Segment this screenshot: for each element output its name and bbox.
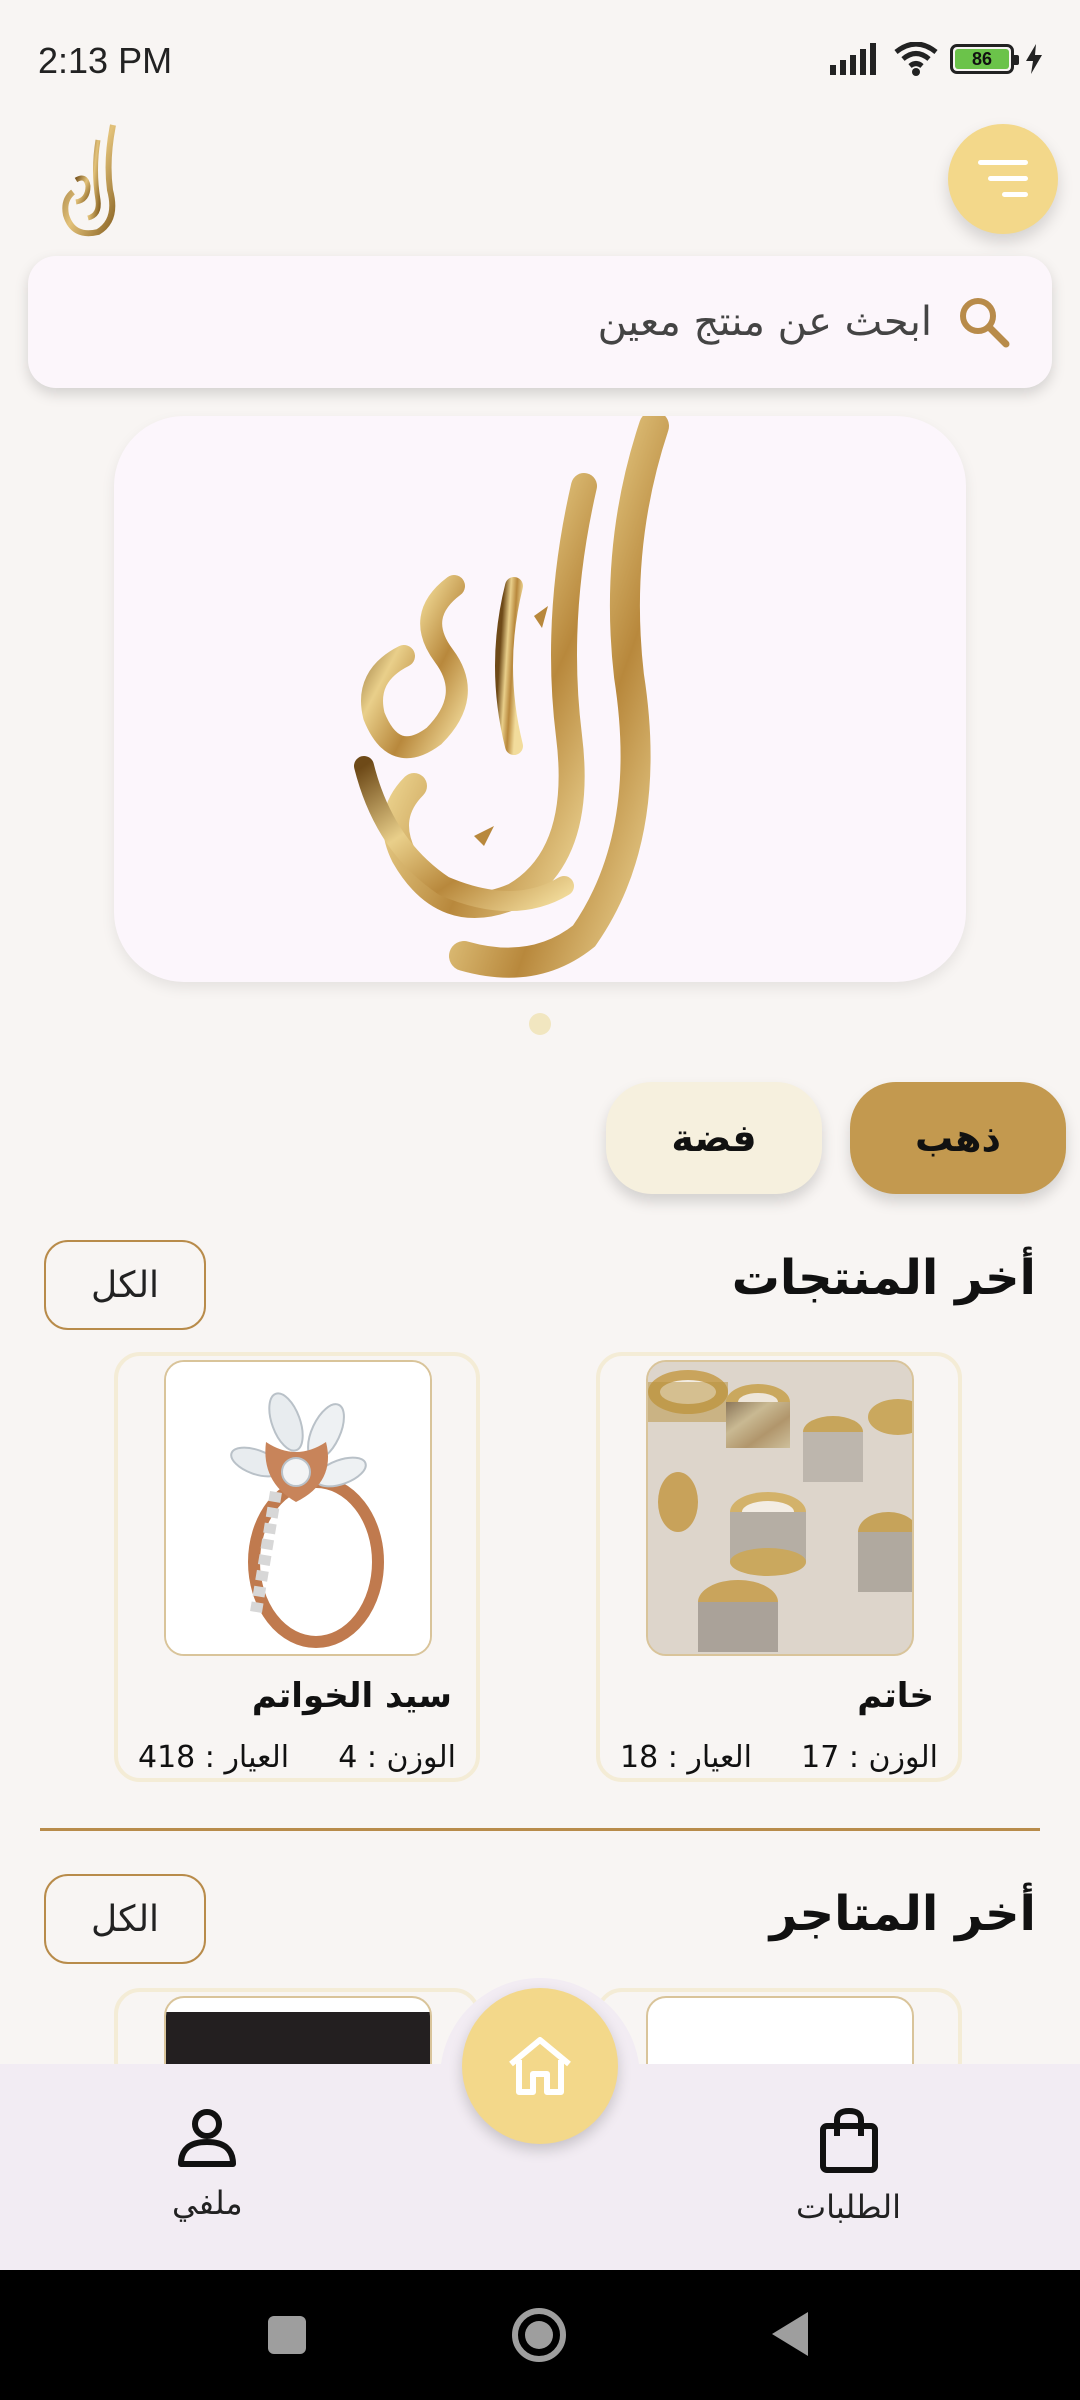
search-icon[interactable]	[956, 294, 1012, 350]
nav-orders[interactable]: الطلبات	[796, 2108, 901, 2226]
product-details: الوزن : 17 العيار : 18	[600, 1740, 958, 1775]
status-time: 2:13 PM	[38, 40, 173, 81]
signal-icon	[830, 43, 876, 75]
charging-icon	[1026, 44, 1042, 74]
banner-carousel[interactable]	[114, 411, 966, 982]
latest-products-title: أخر المنتجات	[731, 1250, 1036, 1306]
bag-icon	[819, 2108, 878, 2173]
recents-icon[interactable]	[268, 2316, 306, 2354]
category-gold-button[interactable]: ذهب	[850, 1082, 1066, 1194]
product-name: سيد الخواتم	[251, 1676, 452, 1716]
search-input[interactable]: ابحث عن منتج معين	[598, 299, 932, 345]
carousel-indicator	[529, 1013, 551, 1035]
search-bar[interactable]: ابحث عن منتج معين	[28, 256, 1052, 388]
section-divider	[40, 1828, 1040, 1831]
product-weight: الوزن : 4	[338, 1740, 456, 1775]
system-navigation-bar	[0, 2270, 1080, 2400]
battery-icon: 86	[950, 44, 1019, 74]
product-weight: الوزن : 17	[801, 1740, 938, 1775]
product-image	[164, 1360, 432, 1656]
product-details: الوزن : 4 العيار : 418	[118, 1740, 476, 1775]
latest-stores-all-button[interactable]: الكل	[44, 1874, 206, 1964]
product-name: خاتم	[857, 1676, 934, 1716]
latest-stores-title: أخر المتاجر	[769, 1886, 1036, 1942]
nav-profile-label: ملفي	[172, 2184, 243, 2222]
home-icon	[509, 2037, 571, 2095]
wifi-icon	[894, 42, 938, 76]
product-karat: العيار : 18	[620, 1740, 752, 1775]
status-icons: 86	[830, 42, 1042, 76]
nav-orders-label: الطلبات	[796, 2188, 902, 2226]
filter-menu-button[interactable]	[948, 124, 1058, 234]
brand-logo-image	[354, 411, 669, 978]
person-icon	[178, 2109, 237, 2167]
latest-products-all-button[interactable]: الكل	[44, 1240, 206, 1330]
home-system-icon[interactable]	[512, 2308, 566, 2362]
home-button[interactable]	[462, 1988, 618, 2144]
product-karat: العيار : 418	[138, 1740, 290, 1775]
app-logo	[58, 120, 138, 240]
nav-profile[interactable]: ملفي	[172, 2108, 243, 2222]
product-image	[646, 1360, 914, 1656]
category-silver-button[interactable]: فضة	[606, 1082, 822, 1194]
back-icon[interactable]	[770, 2310, 810, 2358]
product-card[interactable]: سيد الخواتم الوزن : 4 العيار : 418	[114, 1352, 480, 1782]
battery-level: 86	[955, 49, 1009, 69]
product-card[interactable]: خاتم الوزن : 17 العيار : 18	[596, 1352, 962, 1782]
